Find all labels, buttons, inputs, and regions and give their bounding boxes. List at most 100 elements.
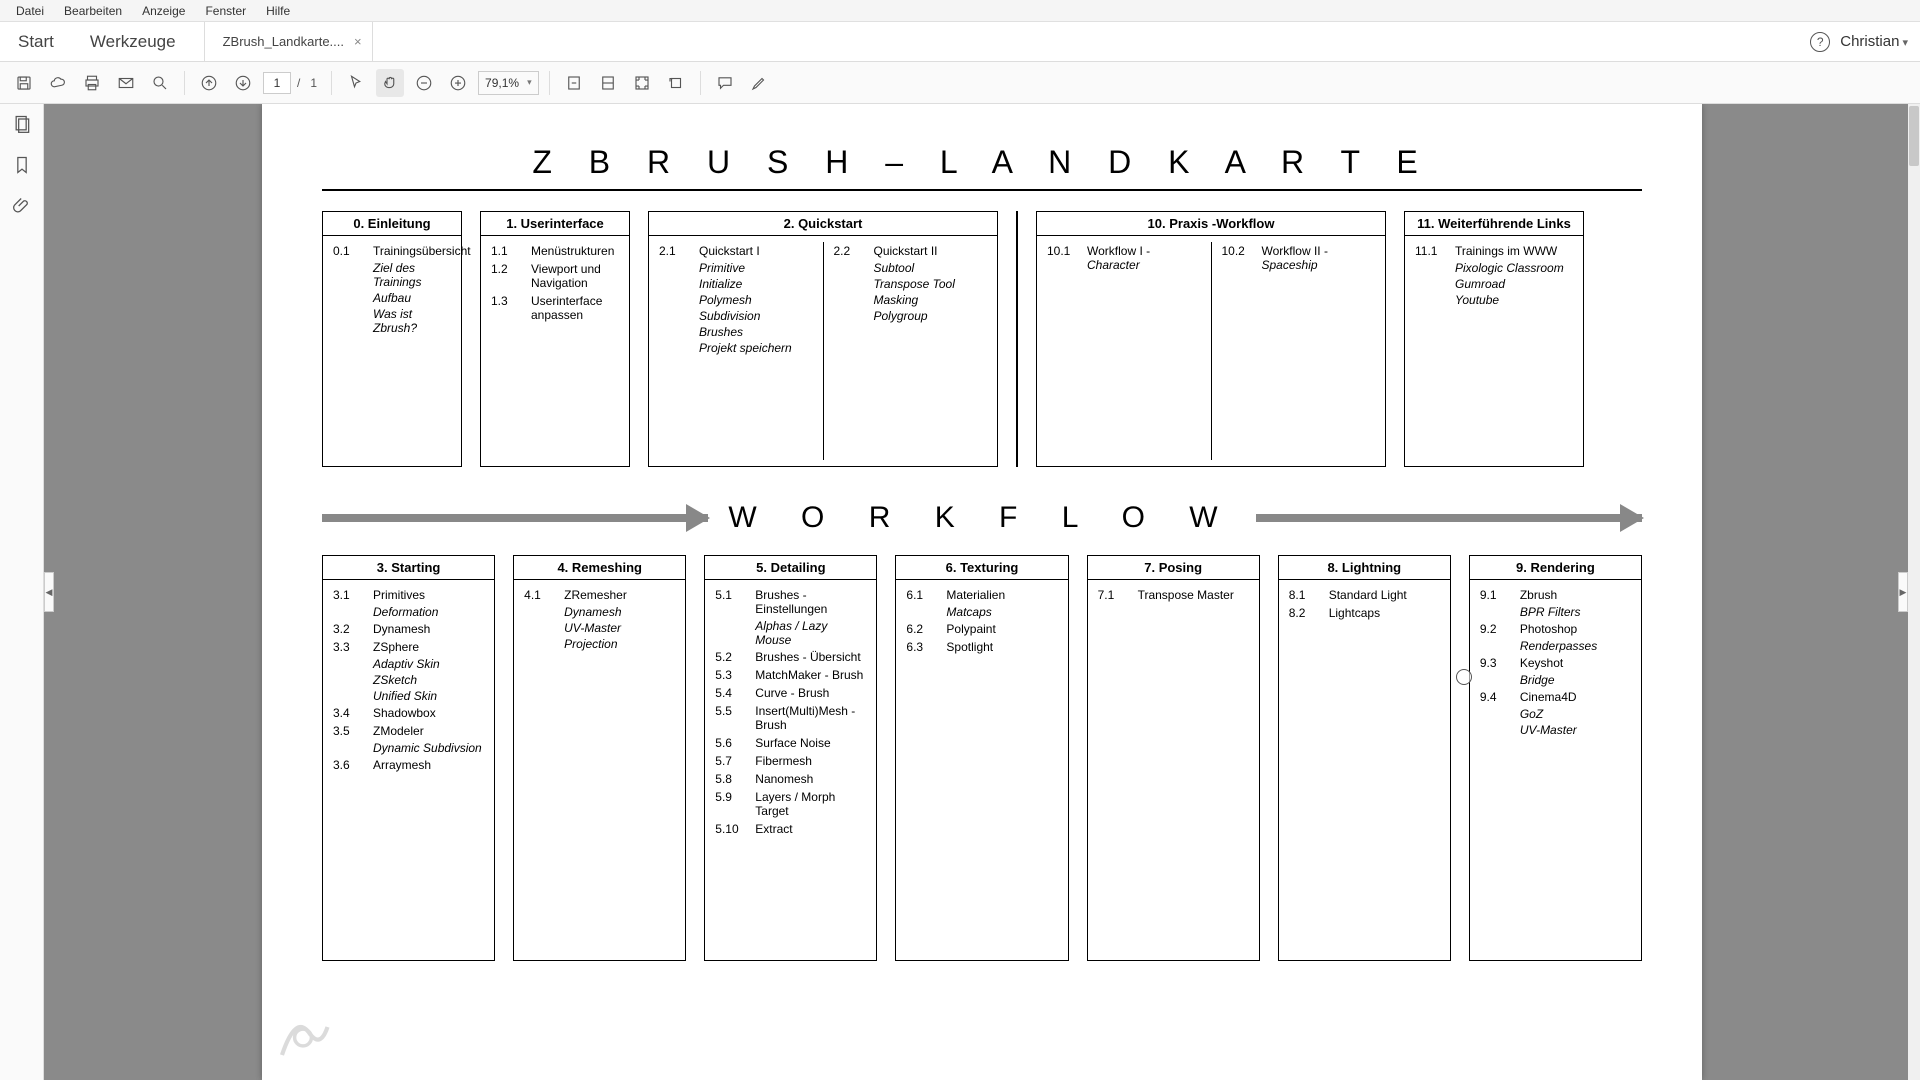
content-subitem: Brushes (649, 324, 823, 340)
content-item: 11.1Trainings im WWW (1405, 242, 1583, 260)
content-item: 1.3Userinterface anpassen (481, 292, 629, 324)
content-subitem: Dynamesh (514, 604, 685, 620)
hand-cursor-icon (1456, 669, 1472, 685)
top-row: 0. Einleitung0.1TrainingsübersichtZiel d… (322, 211, 1642, 467)
zoom-level[interactable]: 79,1% (478, 71, 539, 95)
tab-document[interactable]: ZBrush_Landkarte.... × (204, 22, 373, 61)
content-item: 8.1Standard Light (1279, 586, 1450, 604)
content-box: 10. Praxis -Workflow10.1Workflow I - Cha… (1036, 211, 1386, 467)
content-item: 5.8Nanomesh (705, 770, 876, 788)
content-item: 9.3Keyshot (1470, 654, 1641, 672)
content-subitem: BPR Filters (1470, 604, 1641, 620)
cloud-icon[interactable] (44, 69, 72, 97)
page-title: Z B R U S H – L A N D K A R T E (322, 144, 1642, 181)
content-item: 6.3Spotlight (896, 638, 1067, 656)
content-item: 5.3MatchMaker - Brush (705, 666, 876, 684)
toolbar: / 1 79,1% (0, 62, 1920, 104)
content-item: 9.4Cinema4D (1470, 688, 1641, 706)
separator (331, 71, 332, 95)
page-down-icon[interactable] (229, 69, 257, 97)
content-item: 3.4Shadowbox (323, 704, 494, 722)
fit-page-icon[interactable] (560, 69, 588, 97)
content-item: 6.2Polypaint (896, 620, 1067, 638)
fit-width-icon[interactable] (594, 69, 622, 97)
collapse-right-icon[interactable]: ▶ (1898, 572, 1908, 612)
content-item: 9.2Photoshop (1470, 620, 1641, 638)
content-subitem: Unified Skin (323, 688, 494, 704)
pages-panel-icon[interactable] (12, 114, 32, 139)
fullscreen-icon[interactable] (628, 69, 656, 97)
menu-view[interactable]: Anzeige (132, 2, 195, 20)
content-box-header: 7. Posing (1088, 556, 1259, 580)
rotate-icon[interactable] (662, 69, 690, 97)
tab-tools[interactable]: Werkzeuge (72, 22, 194, 61)
menu-bar: Datei Bearbeiten Anzeige Fenster Hilfe (0, 0, 1920, 22)
zoom-in-icon[interactable] (444, 69, 472, 97)
document-canvas[interactable]: ◀ ▶ Z B R U S H – L A N D K A R T E 0. E… (44, 104, 1920, 1080)
workflow-heading-row: W O R K F L O W (322, 495, 1642, 541)
pointer-icon[interactable] (342, 69, 370, 97)
content-subitem: Aufbau (323, 290, 461, 306)
scrollbar-thumb[interactable] (1909, 106, 1919, 166)
bookmark-panel-icon[interactable] (12, 155, 32, 180)
content-item: 5.1Brushes - Einstellungen (705, 586, 876, 618)
content-box: 5. Detailing5.1Brushes - EinstellungenAl… (704, 555, 877, 961)
content-item: 5.6Surface Noise (705, 734, 876, 752)
arrow-left-icon (322, 514, 708, 522)
content-subitem: Polygroup (824, 308, 998, 324)
menu-file[interactable]: Datei (6, 2, 54, 20)
content-subitem: Polymesh (649, 292, 823, 308)
menu-help[interactable]: Hilfe (256, 2, 300, 20)
content-item: 10.1Workflow I - Character (1037, 242, 1211, 274)
content-box-header: 6. Texturing (896, 556, 1067, 580)
content-item: 5.10Extract (705, 820, 876, 838)
page-current-input[interactable] (263, 72, 291, 94)
vertical-divider (1016, 211, 1018, 467)
user-menu[interactable]: Christian (1840, 33, 1908, 50)
content-subitem: Transpose Tool (824, 276, 998, 292)
vertical-scrollbar[interactable] (1908, 104, 1920, 1080)
tab-document-label: ZBrush_Landkarte.... (223, 34, 344, 49)
content-subitem: Subdivision (649, 308, 823, 324)
workflow-row: 3. Starting3.1PrimitivesDeformation3.2Dy… (322, 555, 1642, 961)
hand-icon[interactable] (376, 69, 404, 97)
help-icon[interactable]: ? (1810, 32, 1830, 52)
content-item: 5.5Insert(Multi)Mesh - Brush (705, 702, 876, 734)
content-subitem: Deformation (323, 604, 494, 620)
content-box: 9. Rendering9.1ZbrushBPR Filters9.2Photo… (1469, 555, 1642, 961)
collapse-left-icon[interactable]: ◀ (44, 572, 54, 612)
content-subitem: Primitive (649, 260, 823, 276)
content-item: 6.1Materialien (896, 586, 1067, 604)
content-item: 10.2Workflow II - Spaceship (1212, 242, 1386, 274)
content-item: 5.7Fibermesh (705, 752, 876, 770)
comment-icon[interactable] (711, 69, 739, 97)
content-subitem: Was ist Zbrush? (323, 306, 461, 336)
highlight-icon[interactable] (745, 69, 773, 97)
content-subitem: Adaptiv Skin (323, 656, 494, 672)
content-subitem: Youtube (1405, 292, 1583, 308)
zoom-out-icon[interactable] (410, 69, 438, 97)
content-item: 3.6Arraymesh (323, 756, 494, 774)
content-box: 2. Quickstart2.1Quickstart IPrimitiveIni… (648, 211, 998, 467)
divider (322, 189, 1642, 191)
content-box-header: 3. Starting (323, 556, 494, 580)
tab-start[interactable]: Start (0, 22, 72, 61)
print-icon[interactable] (78, 69, 106, 97)
content-box: 7. Posing7.1Transpose Master (1087, 555, 1260, 961)
content-box: 6. Texturing6.1MaterialienMatcaps6.2Poly… (895, 555, 1068, 961)
content-box: 8. Lightning8.1Standard Light8.2Lightcap… (1278, 555, 1451, 961)
save-icon[interactable] (10, 69, 38, 97)
content-box: 1. Userinterface1.1Menüstrukturen1.2View… (480, 211, 630, 467)
search-icon[interactable] (146, 69, 174, 97)
content-subitem: ZSketch (323, 672, 494, 688)
content-box-header: 8. Lightning (1279, 556, 1450, 580)
close-icon[interactable]: × (354, 34, 362, 49)
menu-edit[interactable]: Bearbeiten (54, 2, 132, 20)
attachment-panel-icon[interactable] (12, 196, 32, 221)
mail-icon[interactable] (112, 69, 140, 97)
content-box: 0. Einleitung0.1TrainingsübersichtZiel d… (322, 211, 462, 467)
arrow-right-icon (1256, 514, 1642, 522)
page-up-icon[interactable] (195, 69, 223, 97)
menu-window[interactable]: Fenster (195, 2, 256, 20)
content-box-header: 2. Quickstart (649, 212, 997, 236)
